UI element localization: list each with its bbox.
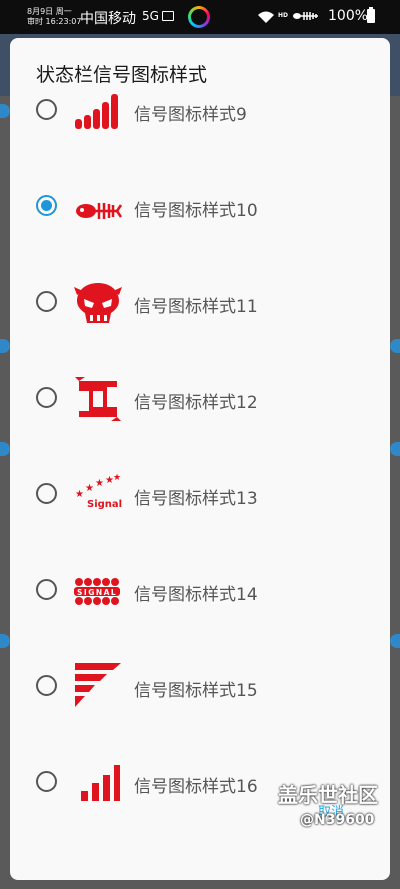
- svg-text:★: ★: [95, 478, 104, 489]
- background-indicator: [0, 339, 10, 353]
- battery-percent: 100%: [328, 8, 369, 24]
- background-indicator: [0, 442, 10, 456]
- svg-text:★: ★: [75, 489, 84, 500]
- option-style-9[interactable]: 信号图标样式9: [10, 79, 390, 139]
- radio-button-selected[interactable]: [36, 195, 57, 216]
- option-label: 信号图标样式10: [134, 201, 258, 221]
- radio-button[interactable]: [36, 579, 57, 600]
- svg-text:★: ★: [85, 483, 94, 494]
- option-style-13[interactable]: ★ ★ ★ ★ ★ Signal 信号图标样式13: [10, 463, 390, 523]
- radio-button[interactable]: [36, 99, 57, 120]
- radio-button[interactable]: [36, 483, 57, 504]
- network-type: 5G: [142, 9, 159, 23]
- radio-button[interactable]: [36, 291, 57, 312]
- assistant-ring-icon: [188, 6, 210, 28]
- status-date: 8月9日 周一: [27, 7, 72, 16]
- option-style-11[interactable]: 信号图标样式11: [10, 271, 390, 331]
- option-label: 信号图标样式13: [134, 489, 258, 509]
- stars-signal-icon: ★ ★ ★ ★ ★ Signal: [75, 473, 122, 510]
- carrier-name: 中国移动: [80, 11, 136, 27]
- background-indicator: [390, 339, 400, 353]
- option-label: 信号图标样式9: [134, 105, 247, 125]
- option-style-14[interactable]: SIGNAL 信号图标样式14: [10, 559, 390, 619]
- background-indicator: [390, 442, 400, 456]
- signal-icon-style-dialog: 状态栏信号图标样式 信号图标样式9 信号图标样式10 信号图标样式11 信号图标…: [10, 38, 390, 880]
- skull-icon: [74, 283, 122, 323]
- background-indicator: [0, 634, 10, 648]
- square-frame-icon: [75, 377, 121, 421]
- signal-caps-word: SIGNAL: [77, 588, 117, 597]
- fishbone-signal-icon: [293, 12, 318, 20]
- hd-icon: HD: [278, 12, 289, 19]
- option-label: 信号图标样式12: [134, 393, 258, 413]
- status-bar: 8月9日 周一 审时 16:23:07 中国移动 5G HD 100%: [0, 0, 400, 34]
- radio-button[interactable]: [36, 771, 57, 792]
- option-label: 信号图标样式15: [134, 681, 258, 701]
- option-style-10[interactable]: 信号图标样式10: [10, 175, 390, 235]
- radio-button[interactable]: [36, 675, 57, 696]
- status-time: 审时 16:23:07: [27, 17, 82, 26]
- gallery-icon: [162, 11, 174, 21]
- radio-button[interactable]: [36, 387, 57, 408]
- option-label: 信号图标样式16: [134, 777, 258, 797]
- dots-signal-icon: SIGNAL: [74, 578, 120, 605]
- wifi-icon: [258, 11, 274, 23]
- watermark-text: 盖乐世社区: [278, 783, 378, 807]
- bars-icon: [75, 94, 118, 129]
- option-label: 信号图标样式14: [134, 585, 258, 605]
- watermark-handle: @N39600: [300, 812, 375, 828]
- stripes-icon: [75, 663, 121, 707]
- option-label: 信号图标样式11: [134, 297, 258, 317]
- battery-icon: [367, 7, 375, 23]
- background-indicator: [0, 104, 10, 118]
- steps-icon: [81, 765, 120, 801]
- signal-word: Signal: [87, 499, 122, 510]
- svg-text:★: ★: [113, 473, 121, 483]
- status-datetime: 8月9日 周一 审时 16:23:07: [27, 7, 81, 27]
- option-style-15[interactable]: 信号图标样式15: [10, 655, 390, 715]
- background-indicator: [390, 634, 400, 648]
- option-style-12[interactable]: 信号图标样式12: [10, 367, 390, 427]
- fishbone-icon: [76, 203, 123, 219]
